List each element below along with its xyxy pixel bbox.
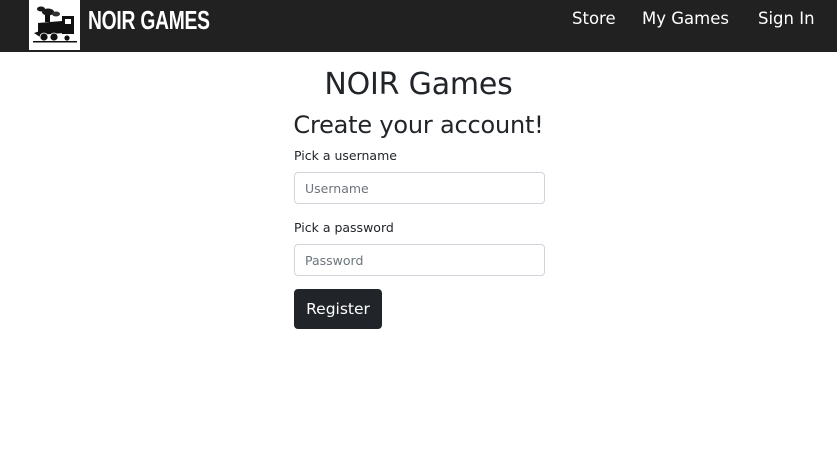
password-label: Pick a password (294, 220, 394, 235)
train-icon (32, 6, 77, 43)
brand-name[interactable]: NOIR GAMES (88, 4, 210, 36)
username-label: Pick a username (294, 148, 397, 163)
username-input[interactable] (294, 172, 545, 204)
nav-link-store[interactable]: Store (572, 7, 616, 31)
nav-link-my-games[interactable]: My Games (642, 7, 729, 31)
page-title: NOIR Games (324, 67, 513, 102)
form-title: Create your account! (293, 111, 544, 139)
brand-logo[interactable] (29, 0, 80, 50)
nav-link-sign-in[interactable]: Sign In (758, 7, 815, 31)
password-input[interactable] (294, 244, 545, 276)
register-button[interactable]: Register (294, 289, 382, 329)
navbar: NOIR GAMES Store My Games Sign In (0, 0, 837, 52)
